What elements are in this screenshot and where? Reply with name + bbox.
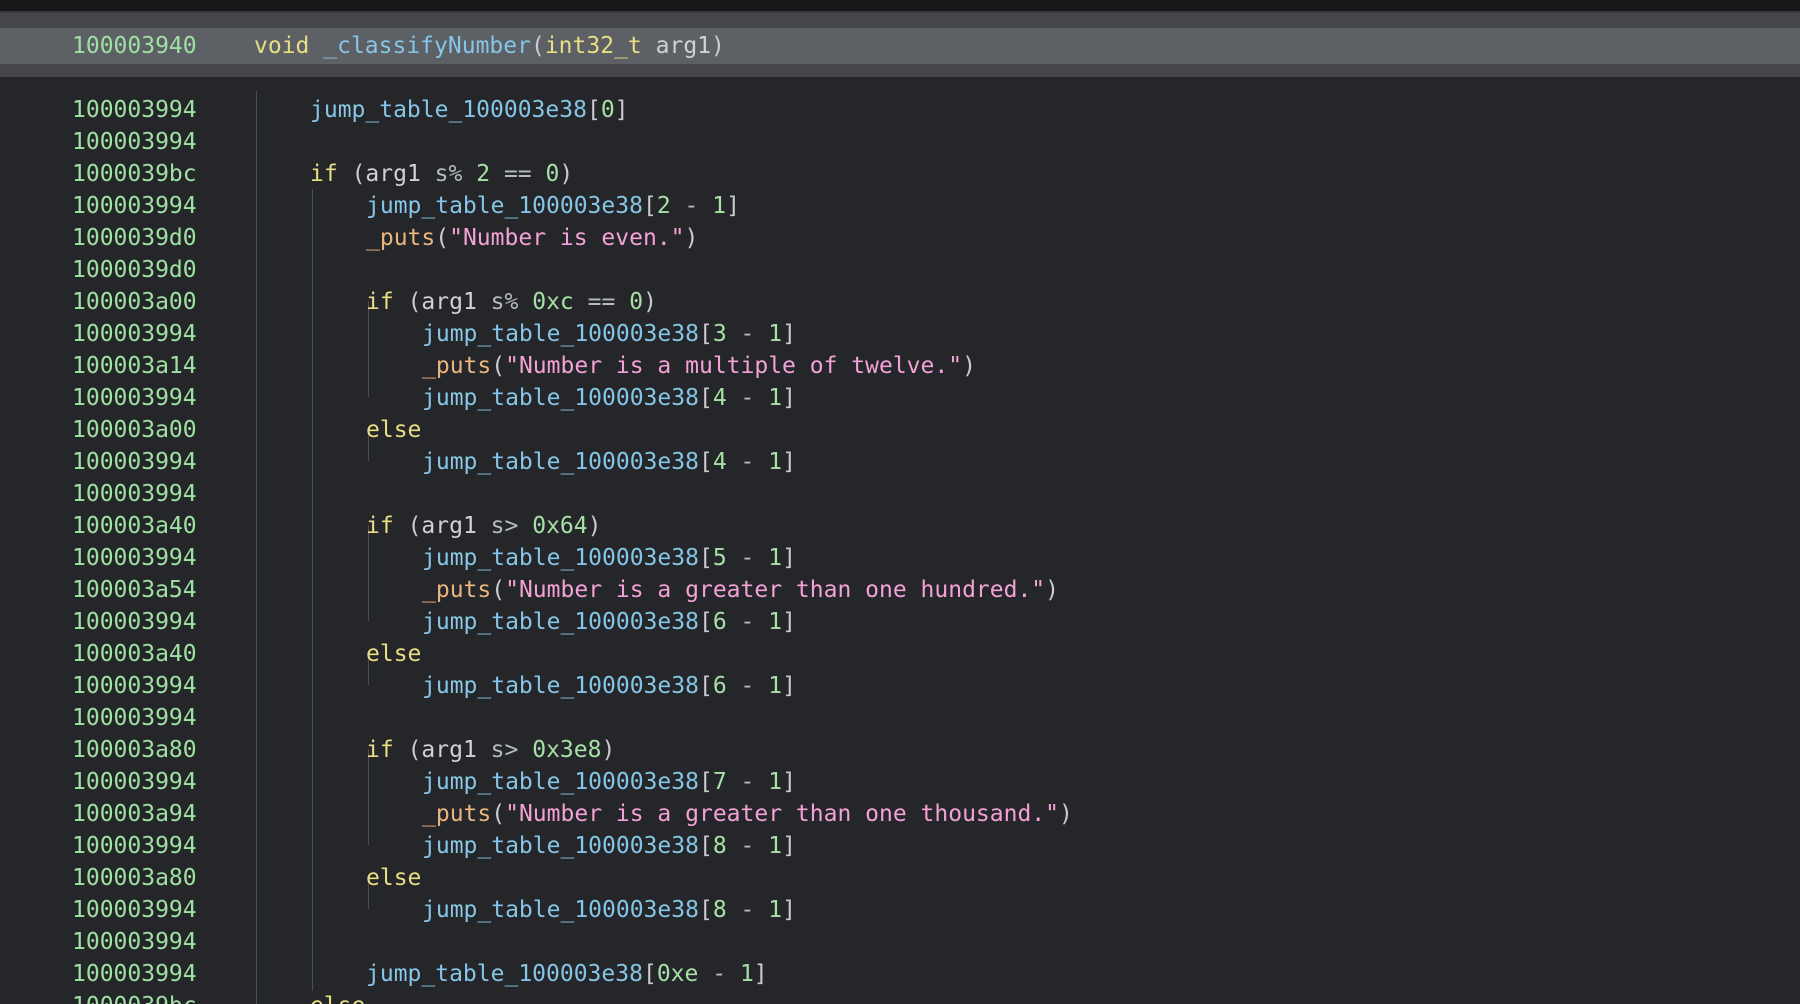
line-address[interactable]: 100003994 — [72, 894, 197, 926]
code-line[interactable]: 100003a80 else — [0, 862, 1800, 894]
code-line[interactable]: 100003994 — [0, 702, 1800, 734]
param-type: int32_t — [544, 33, 642, 59]
line-address[interactable]: 100003a40 — [72, 638, 197, 670]
code-line[interactable]: 100003994 jump_table_100003e38[0] — [0, 94, 1800, 126]
code-line[interactable]: 100003a40 else — [0, 638, 1800, 670]
jump-table-ref[interactable]: jump_table_100003e38 — [422, 833, 699, 859]
code-line[interactable]: 100003994 jump_table_100003e38[4 - 1] — [0, 382, 1800, 414]
jump-table-ref[interactable]: jump_table_100003e38 — [366, 961, 643, 987]
param-name[interactable]: arg1 — [656, 33, 711, 59]
code-line[interactable]: 1000039bc else — [0, 990, 1800, 1004]
code-line[interactable]: 100003994 jump_table_100003e38[6 - 1] — [0, 606, 1800, 638]
code-line[interactable]: 100003a14 _puts("Number is a multiple of… — [0, 350, 1800, 382]
signature-address[interactable]: 100003940 — [72, 28, 197, 64]
if-keyword: if — [310, 161, 338, 187]
string-literal[interactable]: "Number is a greater than one thousand." — [505, 801, 1059, 827]
else-keyword: else — [366, 865, 422, 891]
line-address[interactable]: 100003a80 — [72, 734, 197, 766]
code-line[interactable]: 100003994 jump_table_100003e38[8 - 1] — [0, 830, 1800, 862]
jump-table-ref[interactable]: jump_table_100003e38 — [422, 609, 699, 635]
jump-table-ref[interactable]: jump_table_100003e38 — [422, 321, 699, 347]
line-address[interactable]: 1000039d0 — [72, 254, 197, 286]
line-address[interactable]: 100003994 — [72, 382, 197, 414]
line-address[interactable]: 100003994 — [72, 126, 197, 158]
line-address[interactable]: 100003994 — [72, 958, 197, 990]
line-address[interactable]: 100003994 — [72, 94, 197, 126]
line-address[interactable]: 100003a80 — [72, 862, 197, 894]
code-line[interactable]: 100003994 — [0, 926, 1800, 958]
code-line[interactable]: 100003a80 if (arg1 s> 0x3e8) — [0, 734, 1800, 766]
puts-call[interactable]: _puts — [422, 801, 491, 827]
line-address[interactable]: 100003994 — [72, 606, 197, 638]
jump-table-ref[interactable]: jump_table_100003e38 — [422, 897, 699, 923]
code-line[interactable]: 100003994 — [0, 478, 1800, 510]
line-address[interactable]: 1000039bc — [72, 158, 197, 190]
code-line[interactable]: 100003994 jump_table_100003e38[3 - 1] — [0, 318, 1800, 350]
line-address[interactable]: 100003994 — [72, 670, 197, 702]
else-keyword: else — [366, 641, 422, 667]
code-line[interactable]: 100003a00 if (arg1 s% 0xc == 0) — [0, 286, 1800, 318]
arg-ref[interactable]: arg1 — [365, 161, 420, 187]
line-address[interactable]: 100003a40 — [72, 510, 197, 542]
line-address[interactable]: 100003994 — [72, 478, 197, 510]
line-address[interactable]: 100003994 — [72, 542, 197, 574]
code-line[interactable]: 100003994 jump_table_100003e38[8 - 1] — [0, 894, 1800, 926]
return-type: void — [254, 33, 310, 59]
line-address[interactable]: 100003a00 — [72, 414, 197, 446]
line-address[interactable]: 100003994 — [72, 702, 197, 734]
puts-call[interactable]: _puts — [422, 353, 491, 379]
arg-ref[interactable]: arg1 — [421, 737, 476, 763]
code-line[interactable]: 100003994 — [0, 126, 1800, 158]
function-name[interactable]: _classifyNumber — [323, 33, 531, 59]
code-line[interactable]: 100003a00 else — [0, 414, 1800, 446]
jump-table-ref[interactable]: jump_table_100003e38 — [422, 385, 699, 411]
line-address[interactable]: 100003994 — [72, 766, 197, 798]
code-line[interactable]: 100003994 jump_table_100003e38[2 - 1] — [0, 190, 1800, 222]
string-literal[interactable]: "Number is a multiple of twelve." — [505, 353, 962, 379]
line-address[interactable]: 100003994 — [72, 318, 197, 350]
jump-table-ref[interactable]: jump_table_100003e38 — [422, 545, 699, 571]
line-address[interactable]: 100003a00 — [72, 286, 197, 318]
puts-call[interactable]: _puts — [366, 225, 435, 251]
line-address[interactable]: 1000039bc — [72, 990, 197, 1004]
decompiled-code-view[interactable]: 100003994 jump_table_100003e38[0] 100003… — [0, 77, 1800, 1004]
code-line[interactable]: 100003a54 _puts("Number is a greater tha… — [0, 574, 1800, 606]
code-line[interactable]: 100003a40 if (arg1 s> 0x64) — [0, 510, 1800, 542]
code-line[interactable]: 100003994 jump_table_100003e38[7 - 1] — [0, 766, 1800, 798]
window-top-bar — [0, 0, 1800, 11]
line-address[interactable]: 100003a54 — [72, 574, 197, 606]
code-line[interactable]: 100003a94 _puts("Number is a greater tha… — [0, 798, 1800, 830]
code-line[interactable]: 1000039bc if (arg1 s% 2 == 0) — [0, 158, 1800, 190]
line-address[interactable]: 100003994 — [72, 926, 197, 958]
line-address[interactable]: 100003a94 — [72, 798, 197, 830]
line-address[interactable]: 100003a14 — [72, 350, 197, 382]
function-signature[interactable]: void _classifyNumber(int32_t arg1) — [254, 28, 725, 64]
else-keyword: else — [310, 993, 365, 1004]
string-literal[interactable]: "Number is a greater than one hundred." — [505, 577, 1045, 603]
line-address[interactable]: 100003994 — [72, 830, 197, 862]
puts-call[interactable]: _puts — [422, 577, 491, 603]
code-line[interactable]: 100003994 jump_table_100003e38[6 - 1] — [0, 670, 1800, 702]
line-address[interactable]: 100003994 — [72, 446, 197, 478]
line-address[interactable]: 100003994 — [72, 190, 197, 222]
line-address[interactable]: 1000039d0 — [72, 222, 197, 254]
code-line[interactable]: 100003994 jump_table_100003e38[5 - 1] — [0, 542, 1800, 574]
jump-table-ref[interactable]: jump_table_100003e38 — [422, 769, 699, 795]
function-signature-row[interactable]: 100003940 void _classifyNumber(int32_t a… — [0, 28, 1800, 64]
jump-table-ref[interactable]: jump_table_100003e38 — [366, 193, 643, 219]
code-line[interactable]: 100003994 jump_table_100003e38[4 - 1] — [0, 446, 1800, 478]
arg-ref[interactable]: arg1 — [421, 289, 476, 315]
code-line[interactable]: 100003994 jump_table_100003e38[0xe - 1] — [0, 958, 1800, 990]
jump-table-ref[interactable]: jump_table_100003e38 — [422, 449, 699, 475]
else-keyword: else — [366, 417, 422, 443]
arg-ref[interactable]: arg1 — [421, 513, 476, 539]
code-line[interactable]: 1000039d0 — [0, 254, 1800, 286]
jump-table-ref[interactable]: jump_table_100003e38 — [310, 97, 587, 123]
string-literal[interactable]: "Number is even." — [449, 225, 684, 251]
code-line[interactable]: 1000039d0 _puts("Number is even.") — [0, 222, 1800, 254]
jump-table-ref[interactable]: jump_table_100003e38 — [422, 673, 699, 699]
